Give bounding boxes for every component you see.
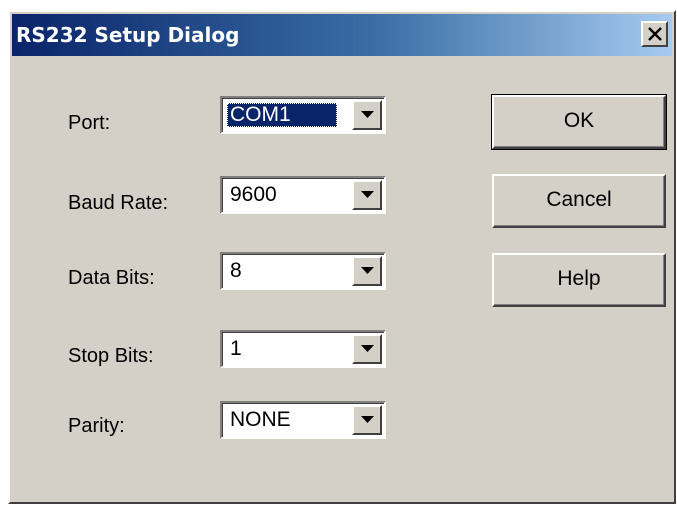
port-label: Port:: [68, 112, 111, 134]
ok-button[interactable]: OK: [491, 94, 667, 150]
chevron-down-icon: [361, 111, 374, 118]
port-select[interactable]: COM1: [220, 96, 386, 134]
close-button[interactable]: [641, 21, 668, 47]
cancel-button[interactable]: Cancel: [492, 174, 666, 228]
parity-label: Parity:: [68, 415, 125, 437]
data-bits-label: Data Bits:: [68, 267, 155, 289]
data-bits-select[interactable]: 8: [220, 252, 386, 290]
stop-bits-select[interactable]: 1: [220, 330, 386, 368]
help-button[interactable]: Help: [492, 253, 666, 307]
chevron-down-icon: [361, 345, 374, 352]
parity-select[interactable]: NONE: [220, 401, 386, 439]
chevron-down-icon: [361, 416, 374, 423]
chevron-down-icon: [361, 191, 374, 198]
data-bits-dropdown-button[interactable]: [352, 256, 382, 286]
close-icon: [648, 27, 662, 41]
parity-dropdown-button[interactable]: [352, 405, 382, 435]
baud-rate-value: 9600: [230, 183, 277, 206]
port-dropdown-button[interactable]: [352, 100, 382, 130]
stop-bits-dropdown-button[interactable]: [352, 334, 382, 364]
baud-rate-select[interactable]: 9600: [220, 176, 386, 214]
stop-bits-label: Stop Bits:: [68, 345, 154, 367]
baud-rate-label: Baud Rate:: [68, 192, 169, 214]
title-bar[interactable]: RS232 Setup Dialog: [12, 14, 672, 56]
baud-rate-dropdown-button[interactable]: [352, 180, 382, 210]
parity-value: NONE: [230, 408, 291, 431]
port-value: COM1: [227, 103, 337, 127]
data-bits-value: 8: [230, 259, 242, 282]
rs232-setup-dialog: RS232 Setup Dialog Port: COM1 Baud Rate:…: [8, 10, 676, 504]
stop-bits-value: 1: [230, 337, 242, 360]
window-title: RS232 Setup Dialog: [16, 23, 240, 47]
chevron-down-icon: [361, 267, 374, 274]
